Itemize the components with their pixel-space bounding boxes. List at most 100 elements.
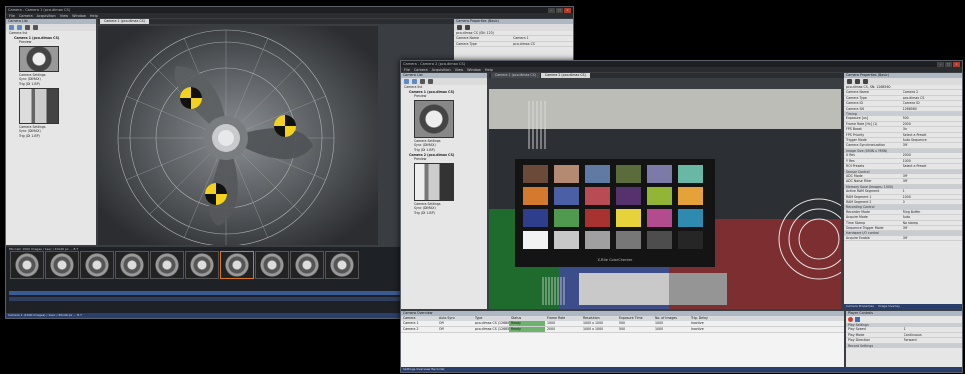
prop-value[interactable]: Camera 2	[903, 90, 962, 94]
preview-thumbnail-2[interactable]	[19, 87, 59, 124]
table-row[interactable]: Camera 2 Off pco.dimax CS (1268560)Ready20…	[401, 327, 844, 333]
tree-trig-2[interactable]: Trig (DI 1.BP)	[401, 211, 487, 216]
prop-value[interactable]: pco.dimax CS	[513, 42, 573, 46]
tab-camera-1[interactable]: Camera 1 (pco.dimax CS)	[100, 19, 149, 24]
record-icon[interactable]	[457, 25, 462, 30]
player-buttons	[846, 316, 962, 323]
tab-camera-properties[interactable]: Camera Properties	[846, 304, 874, 309]
menu-view[interactable]: View	[455, 68, 463, 72]
maximize-button[interactable]: □	[556, 7, 563, 13]
prop-value[interactable]: Forward	[904, 338, 962, 342]
prop-value[interactable]: Ring Buffer	[903, 210, 962, 214]
color-swatch	[616, 209, 641, 227]
zoom-in-icon[interactable]	[25, 25, 30, 30]
tree-trig-2[interactable]: Trig (DI 1.BP)	[6, 134, 96, 139]
menu-acquisition[interactable]: Acquisition	[432, 68, 451, 72]
prop-value[interactable]: Select a Preset	[903, 164, 962, 168]
prop-value[interactable]: Auto	[903, 215, 962, 219]
preview-thumbnail-2[interactable]	[414, 162, 454, 201]
preview-thumbnail[interactable]	[414, 99, 454, 138]
prop-value[interactable]: 1268560	[903, 107, 962, 111]
play-button[interactable]	[855, 317, 860, 322]
frame-thumbnail[interactable]	[185, 251, 219, 279]
settings-icon[interactable]	[465, 25, 470, 30]
image-viewer[interactable]	[98, 26, 378, 245]
prop-value[interactable]	[903, 85, 962, 89]
prop-value[interactable]: Off	[903, 143, 962, 147]
prop-value[interactable]: Continuous	[904, 333, 962, 337]
gear-icon[interactable]	[863, 79, 868, 84]
prop-value[interactable]: 1	[904, 327, 962, 331]
tab-camera-1[interactable]: Camera 1 (pco.dimax CS)	[491, 73, 540, 78]
menu-file[interactable]: File	[404, 68, 410, 72]
prop-key: Camera Type	[846, 95, 867, 100]
disconnect-icon[interactable]	[412, 79, 417, 84]
minimize-button[interactable]: –	[937, 61, 944, 67]
prop-value[interactable]: 2000	[903, 153, 962, 157]
prop-value[interactable]	[513, 31, 573, 35]
frame-thumbnail[interactable]	[10, 251, 44, 279]
color-swatch	[554, 165, 579, 183]
menu-camera[interactable]: Camera	[19, 14, 33, 18]
color-swatch	[523, 187, 548, 205]
prop-key: Play Mode	[848, 332, 865, 337]
menu-file[interactable]: File	[9, 14, 15, 18]
prop-value[interactable]: 2000	[903, 122, 962, 126]
prop-value[interactable]: Camera ID	[903, 101, 962, 105]
record-icon[interactable]	[847, 79, 852, 84]
close-button[interactable]: ×	[953, 61, 960, 67]
tree-preview[interactable]: Preview	[6, 40, 96, 45]
tab-image-overlay[interactable]: Image Overlay	[878, 304, 900, 309]
prop-value[interactable]: On	[903, 127, 962, 131]
maximize-button[interactable]: □	[945, 61, 952, 67]
menu-acquisition[interactable]: Acquisition	[37, 14, 56, 18]
table-cell: 500	[619, 327, 626, 331]
prop-value[interactable]: pco.dimax CS	[903, 96, 962, 100]
minimize-button[interactable]: –	[548, 7, 555, 13]
prop-value[interactable]: 0	[903, 200, 962, 204]
prop-value[interactable]: Off	[903, 236, 962, 240]
zoom-out-icon[interactable]	[33, 25, 38, 30]
menu-help[interactable]: Help	[90, 14, 98, 18]
menu-view[interactable]: View	[60, 14, 68, 18]
image-viewer[interactable]: X-Rite ColorChecker	[489, 89, 841, 309]
zoom-in-icon[interactable]	[420, 79, 425, 84]
menu-camera[interactable]: Camera	[414, 68, 428, 72]
prop-value[interactable]: Off	[903, 179, 962, 183]
record-button[interactable]	[848, 317, 853, 322]
props-more: Exposure [us] 500 Frame Rate [Hz] (1) 2000 F…	[844, 116, 962, 242]
frame-thumbnail[interactable]	[290, 251, 324, 279]
tree-preview[interactable]: Preview	[401, 94, 487, 99]
prop-value[interactable]: Auto Sequence	[903, 138, 962, 142]
frame-thumbnail[interactable]	[220, 251, 254, 279]
frame-thumbnail[interactable]	[80, 251, 114, 279]
tab-camera-2[interactable]: Camera 2 (pco.dimax CS)	[540, 73, 590, 78]
prop-value[interactable]: Camera 1	[513, 36, 573, 40]
settings-icon[interactable]	[855, 79, 860, 84]
frame-thumbnail[interactable]	[325, 251, 359, 279]
frame-thumbnail[interactable]	[45, 251, 79, 279]
prop-value[interactable]: No stamp	[903, 221, 962, 225]
frame-thumbnail[interactable]	[255, 251, 289, 279]
menu-window[interactable]: Window	[467, 68, 481, 72]
prop-key: ADC Mode	[846, 173, 863, 178]
close-button[interactable]: ×	[564, 7, 571, 13]
frame-thumbnail[interactable]	[150, 251, 184, 279]
frame-thumbnail[interactable]	[115, 251, 149, 279]
prop-value[interactable]: 1000	[903, 195, 962, 199]
menu-window[interactable]: Window	[72, 14, 86, 18]
tree-preview-2[interactable]: Preview	[401, 157, 487, 162]
connect-icon[interactable]	[404, 79, 409, 84]
prop-value[interactable]: Off	[903, 226, 962, 230]
zoom-out-icon[interactable]	[428, 79, 433, 84]
prop-value[interactable]: 1	[903, 189, 962, 193]
prop-value[interactable]: 1000	[903, 159, 962, 163]
prop-value[interactable]: Select a Preset	[903, 133, 962, 137]
prop-value[interactable]: Off	[903, 174, 962, 178]
connect-icon[interactable]	[9, 25, 14, 30]
preview-thumbnail[interactable]	[19, 45, 59, 72]
disconnect-icon[interactable]	[17, 25, 22, 30]
prop-value[interactable]: 500	[903, 116, 962, 120]
tree-trig[interactable]: Trig (DI 1.BP)	[6, 82, 96, 87]
menu-help[interactable]: Help	[485, 68, 493, 72]
